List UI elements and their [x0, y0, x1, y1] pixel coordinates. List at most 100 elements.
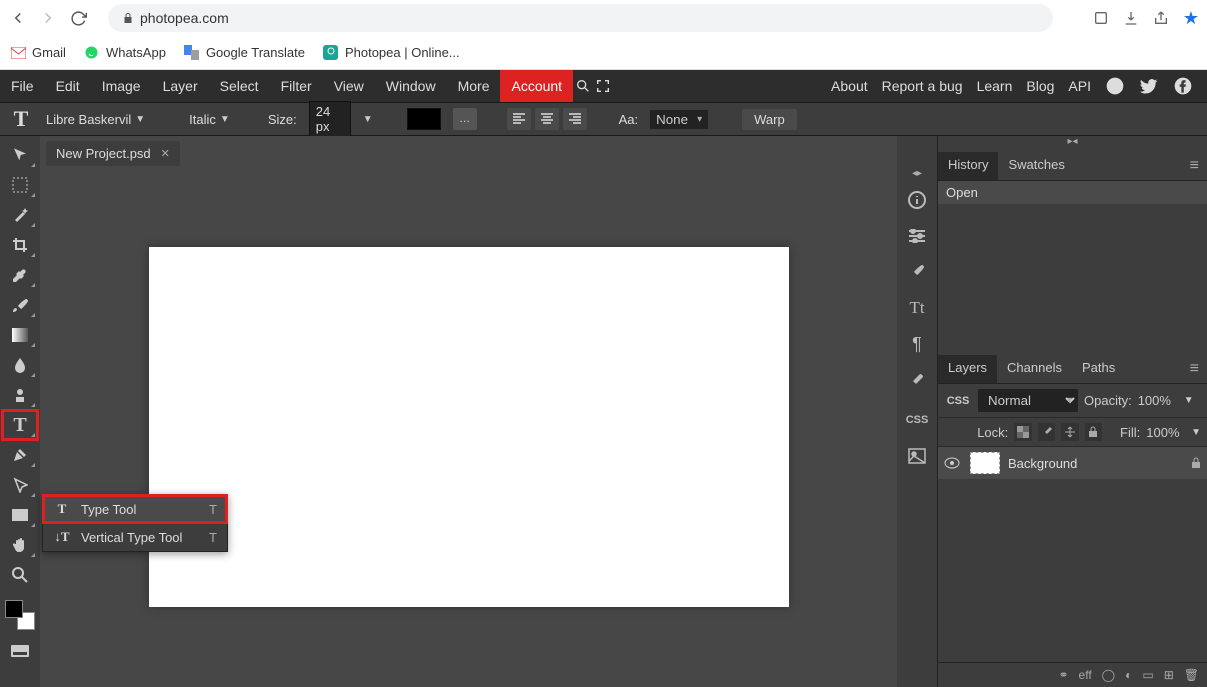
canvas[interactable] [149, 247, 789, 607]
reddit-icon[interactable] [1105, 76, 1125, 96]
address-bar[interactable]: photopea.com [108, 4, 1053, 32]
lock-all-icon[interactable] [1085, 423, 1102, 441]
lock-brush-icon[interactable] [1038, 423, 1055, 441]
menu-window[interactable]: Window [375, 70, 447, 102]
bookmark-gmail[interactable]: Gmail [10, 45, 66, 61]
path-select-tool[interactable] [2, 470, 38, 500]
blur-tool[interactable] [2, 350, 38, 380]
css-panel-icon[interactable]: CSS [899, 402, 935, 438]
brush-tool[interactable] [2, 290, 38, 320]
menu-image[interactable]: Image [91, 70, 152, 102]
brush-panel-icon[interactable] [899, 254, 935, 290]
image-panel-icon[interactable] [899, 438, 935, 474]
layer-thumbnail[interactable] [970, 452, 1000, 474]
tab-swatches[interactable]: Swatches [998, 152, 1074, 180]
reload-button[interactable] [68, 8, 88, 28]
new-layer-icon[interactable]: ⊞ [1164, 668, 1174, 682]
hand-tool[interactable] [2, 530, 38, 560]
align-left-button[interactable] [507, 108, 531, 130]
menu-account[interactable]: Account [500, 70, 573, 102]
history-item[interactable]: Open [938, 181, 1207, 204]
opacity-dropdown-icon[interactable]: ▼ [1184, 395, 1194, 406]
fx-icon[interactable]: eff [1079, 668, 1092, 682]
extension-icon[interactable] [1093, 10, 1109, 26]
quickmask-tool[interactable] [2, 636, 38, 666]
group-icon[interactable]: ▭ [1142, 668, 1153, 682]
forward-button[interactable] [38, 8, 58, 28]
menu-file[interactable]: File [0, 70, 45, 102]
delete-layer-icon[interactable]: 🗑 [1184, 668, 1199, 682]
crop-tool[interactable] [2, 230, 38, 260]
adjustments-panel-icon[interactable] [899, 218, 935, 254]
layers-panel-menu-icon[interactable]: ≡ [1182, 355, 1207, 383]
link-report[interactable]: Report a bug [882, 78, 963, 94]
link-blog[interactable]: Blog [1026, 78, 1054, 94]
lock-pixels-icon[interactable] [1014, 423, 1031, 441]
flyout-type-tool[interactable]: T Type Tool T [43, 495, 227, 523]
menu-edit[interactable]: Edit [45, 70, 91, 102]
fullscreen-icon[interactable] [593, 76, 613, 96]
font-style-dropdown[interactable]: Italic▼ [189, 112, 230, 127]
bookmark-whatsapp[interactable]: WhatsApp [84, 45, 166, 61]
text-color-swatch[interactable] [407, 108, 441, 130]
tab-history[interactable]: History [938, 152, 998, 180]
flyout-vertical-type-tool[interactable]: ↓T Vertical Type Tool T [43, 523, 227, 551]
menu-more[interactable]: More [447, 70, 501, 102]
shape-tool[interactable] [2, 500, 38, 530]
gradient-tool[interactable] [2, 320, 38, 350]
eyedropper-tool[interactable] [2, 260, 38, 290]
lock-move-icon[interactable] [1061, 423, 1078, 441]
panel-collapse-handle[interactable]: ▸◂ [938, 136, 1207, 152]
bookmark-star-icon[interactable]: ★ [1183, 8, 1199, 29]
tab-paths[interactable]: Paths [1072, 355, 1125, 383]
menu-view[interactable]: View [323, 70, 375, 102]
back-button[interactable] [8, 8, 28, 28]
share-icon[interactable] [1153, 10, 1169, 26]
layer-lock-icon[interactable] [1191, 457, 1201, 469]
color-picker-button[interactable]: … [453, 108, 477, 130]
mask-icon[interactable]: ◯ [1102, 668, 1115, 682]
download-icon[interactable] [1123, 10, 1139, 26]
align-right-button[interactable] [563, 108, 587, 130]
link-learn[interactable]: Learn [977, 78, 1013, 94]
clone-tool[interactable] [2, 380, 38, 410]
menu-layer[interactable]: Layer [152, 70, 209, 102]
bookmark-photopea[interactable]: Photopea | Online... [323, 45, 460, 61]
layer-row[interactable]: Background [938, 447, 1207, 479]
history-panel-menu-icon[interactable]: ≡ [1182, 152, 1207, 180]
font-family-dropdown[interactable]: Libre Baskervil▼ [46, 112, 145, 127]
opacity-input[interactable]: 100% [1138, 393, 1178, 408]
tools-panel-icon[interactable] [899, 362, 935, 398]
visibility-icon[interactable] [944, 457, 962, 469]
link-layers-icon[interactable]: ⚭ [1058, 668, 1068, 682]
zoom-tool[interactable] [2, 560, 38, 590]
fill-input[interactable]: 100% [1146, 425, 1185, 440]
info-panel-icon[interactable] [899, 182, 935, 218]
collapse-handle[interactable]: ◂▸ [897, 164, 937, 182]
wand-tool[interactable] [2, 200, 38, 230]
tab-channels[interactable]: Channels [997, 355, 1072, 383]
antialias-select[interactable]: None [650, 110, 708, 129]
type-tool[interactable]: T [2, 410, 38, 440]
font-size-input[interactable]: 24 px [309, 101, 351, 137]
bookmark-translate[interactable]: Google Translate [184, 45, 305, 61]
menu-select[interactable]: Select [209, 70, 270, 102]
tab-layers[interactable]: Layers [938, 355, 997, 383]
marquee-tool[interactable] [2, 170, 38, 200]
document-tab[interactable]: New Project.psd ✕ [46, 141, 180, 166]
blend-mode-select[interactable]: Normal [978, 389, 1078, 412]
size-dropdown-icon[interactable]: ▼ [363, 114, 373, 125]
paragraph-panel-icon[interactable]: ¶ [899, 326, 935, 362]
adjustment-layer-icon[interactable]: ◐ [1125, 668, 1132, 682]
warp-button[interactable]: Warp [742, 109, 797, 130]
link-api[interactable]: API [1068, 78, 1091, 94]
color-wells[interactable] [5, 600, 35, 630]
fill-dropdown-icon[interactable]: ▼ [1191, 427, 1201, 438]
menu-filter[interactable]: Filter [270, 70, 323, 102]
facebook-icon[interactable] [1173, 76, 1193, 96]
close-tab-icon[interactable]: ✕ [161, 147, 170, 160]
fg-color-well[interactable] [5, 600, 23, 618]
link-about[interactable]: About [831, 78, 868, 94]
twitter-icon[interactable] [1139, 76, 1159, 96]
move-tool[interactable] [2, 140, 38, 170]
